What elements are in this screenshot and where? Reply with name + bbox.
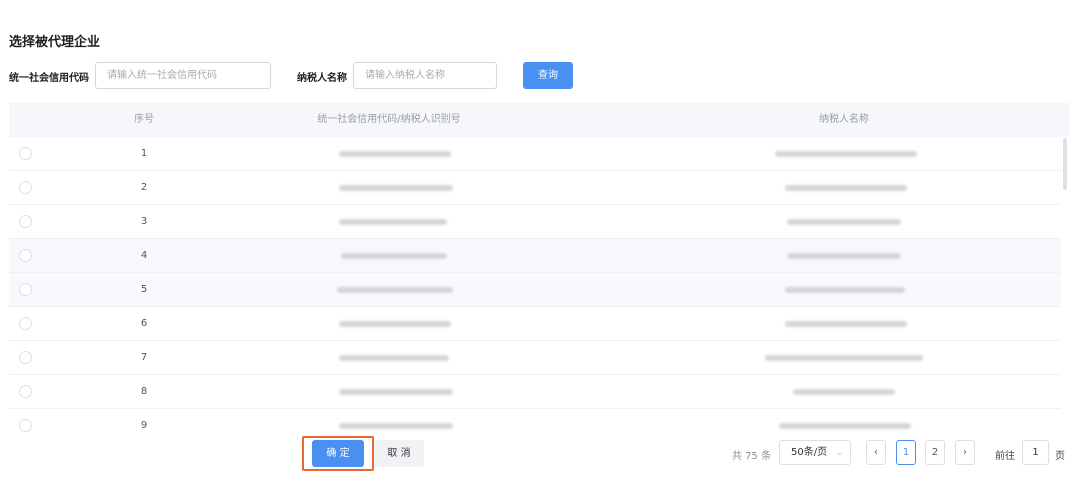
table-header: 序号 统一社会信用代码/纳税人识别号 纳税人名称 (9, 103, 1070, 137)
redacted-taxpayer-name (775, 151, 917, 157)
row-radio[interactable] (19, 249, 32, 262)
row-radio[interactable] (19, 283, 32, 296)
page-size-value: 50条/页 (791, 447, 828, 458)
redacted-taxpayer-name (779, 423, 911, 429)
pagination-total: 共 75 条 (732, 451, 772, 462)
row-index: 8 (140, 386, 148, 397)
table-row[interactable]: 8 (9, 375, 1061, 409)
row-radio[interactable] (19, 385, 32, 398)
page-size-select[interactable]: 50条/页 ⌄ (779, 440, 851, 465)
goto-page-suffix: 页 (1055, 451, 1065, 462)
row-index: 9 (140, 420, 148, 431)
row-index: 2 (140, 182, 148, 193)
table-row[interactable]: 7 (9, 341, 1061, 375)
credit-code-label: 统一社会信用代码 (9, 73, 89, 84)
row-index: 1 (140, 148, 148, 159)
redacted-credit-code (341, 253, 447, 259)
redacted-credit-code (339, 389, 453, 395)
column-header-credit-code: 统一社会信用代码/纳税人识别号 (317, 114, 461, 125)
next-page-button[interactable]: › (955, 440, 975, 465)
redacted-taxpayer-name (787, 253, 901, 259)
search-button[interactable]: 查询 (523, 62, 573, 89)
table-row[interactable]: 1 (9, 137, 1061, 171)
row-index: 4 (140, 250, 148, 261)
redacted-taxpayer-name (785, 287, 905, 293)
company-table: 序号 统一社会信用代码/纳税人识别号 纳税人名称 1 2 3 4 5 6 7 8… (9, 103, 1070, 433)
redacted-credit-code (339, 219, 447, 225)
taxpayer-name-label: 纳税人名称 (297, 73, 347, 84)
redacted-credit-code (339, 355, 449, 361)
column-header-index: 序号 (134, 114, 154, 125)
row-radio[interactable] (19, 419, 32, 432)
goto-label: 前往 (995, 451, 1015, 462)
table-row[interactable]: 3 (9, 205, 1061, 239)
credit-code-input[interactable]: 请输入统一社会信用代码 (95, 62, 271, 89)
row-index: 3 (140, 216, 148, 227)
table-row[interactable]: 5 (9, 273, 1061, 307)
column-header-taxpayer-name: 纳税人名称 (819, 114, 869, 125)
redacted-credit-code (339, 423, 453, 429)
row-radio[interactable] (19, 351, 32, 364)
table-row[interactable]: 2 (9, 171, 1061, 205)
row-index: 6 (140, 318, 148, 329)
table-row[interactable]: 9 (9, 409, 1061, 433)
cancel-button[interactable]: 取 消 (374, 440, 424, 467)
redacted-credit-code (339, 151, 451, 157)
redacted-taxpayer-name (793, 389, 895, 395)
confirm-button[interactable]: 确 定 (312, 440, 364, 467)
row-radio[interactable] (19, 181, 32, 194)
redacted-taxpayer-name (785, 185, 907, 191)
table-row[interactable]: 6 (9, 307, 1061, 341)
row-index: 5 (140, 284, 148, 295)
redacted-credit-code (339, 185, 453, 191)
row-index: 7 (140, 352, 148, 363)
redacted-credit-code (339, 321, 451, 327)
prev-page-button[interactable]: ‹ (866, 440, 886, 465)
taxpayer-name-input[interactable]: 请输入纳税人名称 (353, 62, 497, 89)
chevron-right-icon: › (963, 447, 967, 458)
page-button-2[interactable]: 2 (925, 440, 945, 465)
redacted-taxpayer-name (785, 321, 907, 327)
table-row[interactable]: 4 (9, 239, 1061, 273)
chevron-left-icon: ‹ (874, 447, 878, 458)
row-radio[interactable] (19, 215, 32, 228)
goto-page-input[interactable]: 1 (1022, 440, 1049, 465)
chevron-down-icon: ⌄ (836, 448, 843, 457)
page-button-1[interactable]: 1 (896, 440, 916, 465)
table-scrollbar[interactable] (1063, 138, 1067, 190)
redacted-taxpayer-name (787, 219, 901, 225)
row-radio[interactable] (19, 317, 32, 330)
row-radio[interactable] (19, 147, 32, 160)
page-title: 选择被代理企业 (9, 35, 101, 50)
redacted-credit-code (337, 287, 453, 293)
redacted-taxpayer-name (765, 355, 923, 361)
